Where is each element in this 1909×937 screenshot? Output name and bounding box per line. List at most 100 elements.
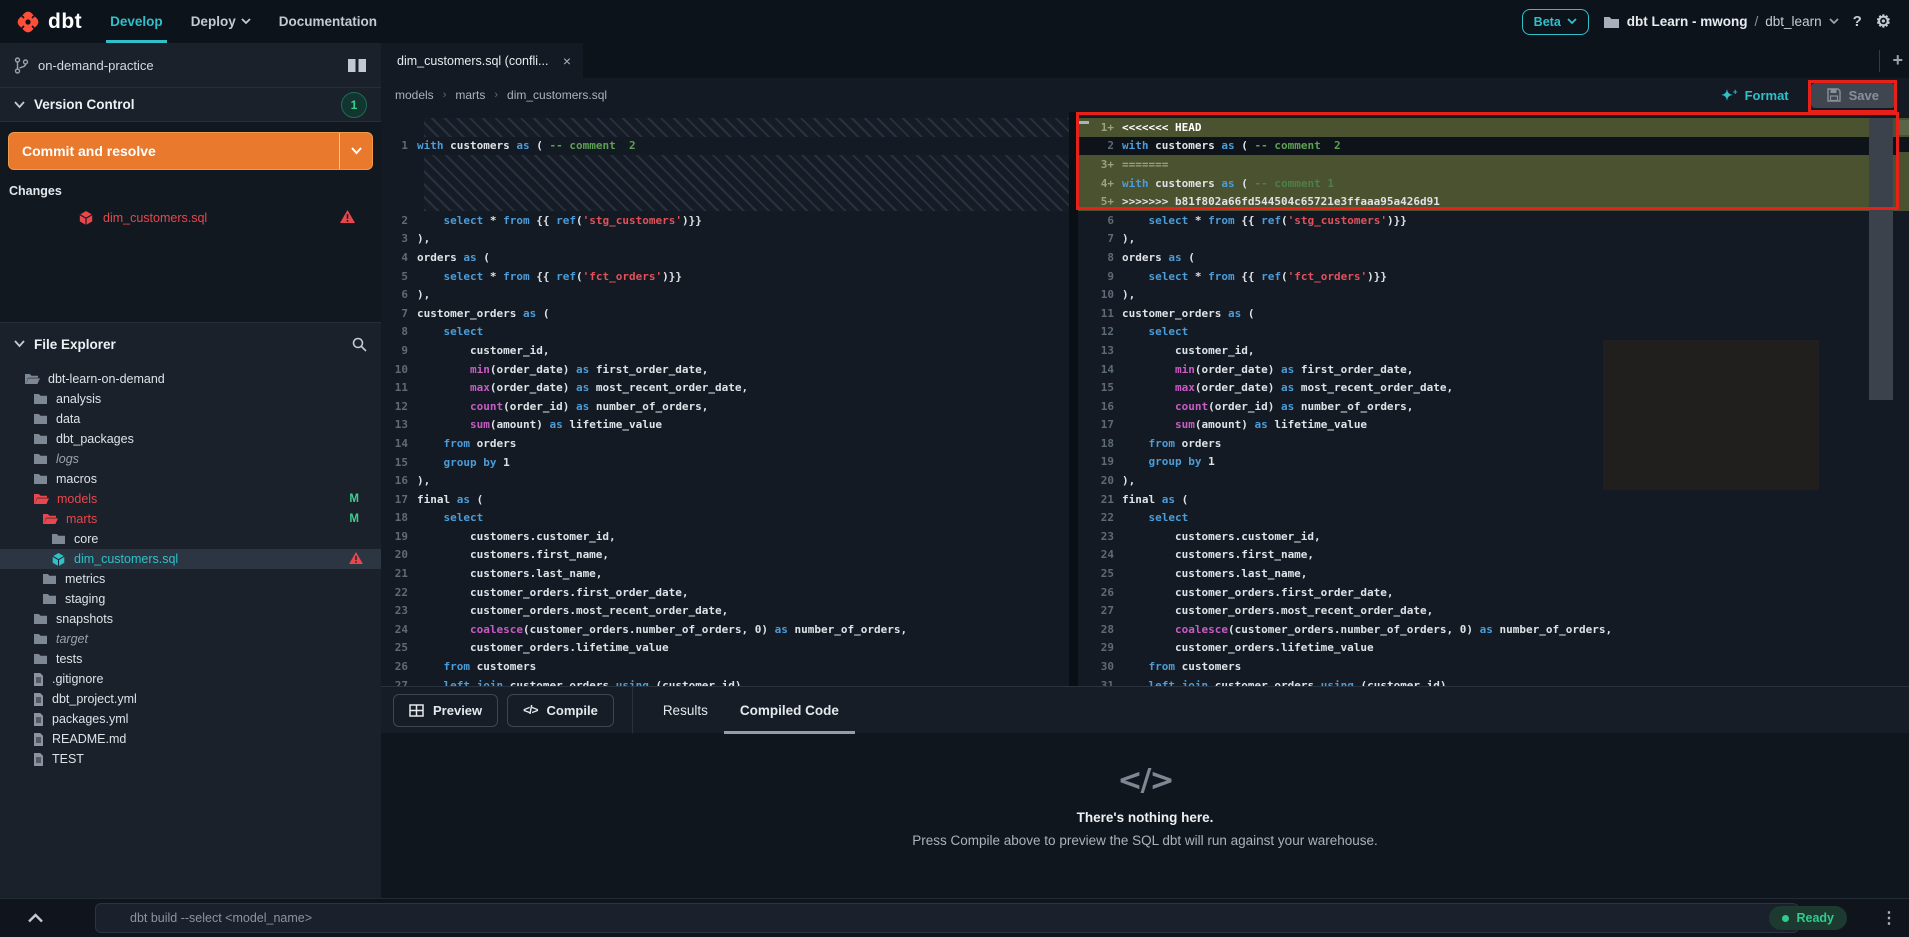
editor-tab[interactable]: dim_customers.sql (confli... × — [381, 43, 583, 78]
tree-item-macros[interactable]: macros — [0, 469, 381, 489]
code-line[interactable]: 7), — [1078, 230, 1909, 249]
nav-deploy[interactable]: Deploy — [177, 0, 265, 43]
code-line[interactable]: 21final as ( — [1078, 490, 1909, 509]
code-line[interactable]: 24 coalesce(customer_orders.number_of_or… — [381, 620, 1069, 639]
docs-book-icon[interactable] — [347, 58, 367, 73]
code-line[interactable]: 13 sum(amount) as lifetime_value — [381, 416, 1069, 435]
expand-panel-chevron-icon[interactable] — [28, 913, 43, 923]
changed-file-item[interactable]: dim_customers.sql — [8, 210, 373, 226]
code-line[interactable]: 26 customer_orders.first_order_date, — [1078, 583, 1909, 602]
code-line[interactable]: 9 select * from {{ ref('fct_orders')}} — [1078, 267, 1909, 286]
search-icon[interactable] — [352, 337, 367, 352]
code-line[interactable]: 26 from customers — [381, 657, 1069, 676]
code-line[interactable]: 29 customer_orders.lifetime_value — [1078, 639, 1909, 658]
code-line[interactable]: 8orders as ( — [1078, 248, 1909, 267]
tree-item-core[interactable]: core — [0, 529, 381, 549]
beta-dropdown[interactable]: Beta — [1522, 9, 1589, 35]
code-line[interactable]: 12 select — [1078, 323, 1909, 342]
code-line[interactable]: 24 customers.first_name, — [1078, 546, 1909, 565]
breadcrumb-file[interactable]: dim_customers.sql — [507, 88, 607, 102]
tree-item-models[interactable]: modelsM — [0, 489, 381, 509]
tree-item-tests[interactable]: tests — [0, 649, 381, 669]
compile-button[interactable]: </> Compile — [507, 694, 614, 727]
tree-item-dbt_project.yml[interactable]: dbt_project.yml — [0, 689, 381, 709]
kebab-menu-icon[interactable]: ⋮ — [1881, 908, 1897, 928]
commit-options-caret[interactable] — [339, 133, 372, 169]
command-input[interactable]: dbt build --select <model_name> — [95, 903, 1799, 933]
tree-item-metrics[interactable]: metrics — [0, 569, 381, 589]
fold-marker[interactable] — [1078, 121, 1089, 124]
format-button[interactable]: ✦+ Format — [1721, 87, 1788, 104]
diff-pane-left[interactable]: 1with customers as ( -- comment 2 2 selec… — [381, 112, 1069, 686]
tree-item-dbt-learn-on-demand[interactable]: dbt-learn-on-demand — [0, 369, 381, 389]
tree-item-staging[interactable]: staging — [0, 589, 381, 609]
code-line[interactable]: 22 customer_orders.first_order_date, — [381, 583, 1069, 602]
code-line[interactable]: 4+with customers as ( -- comment 1 — [1078, 174, 1909, 193]
code-line[interactable]: 25 customer_orders.lifetime_value — [381, 639, 1069, 658]
help-icon[interactable]: ? — [1853, 13, 1862, 30]
version-control-header[interactable]: Version Control 1 — [0, 88, 381, 121]
tree-item-data[interactable]: data — [0, 409, 381, 429]
code-line[interactable]: 11 max(order_date) as most_recent_order_… — [381, 378, 1069, 397]
code-line[interactable]: 17final as ( — [381, 490, 1069, 509]
code-line[interactable]: 19 customers.customer_id, — [381, 527, 1069, 546]
project-selector[interactable]: dbt Learn - mwong / dbt_learn — [1603, 14, 1839, 29]
git-branch-row[interactable]: on-demand-practice — [0, 43, 381, 88]
code-line[interactable]: 23 customers.customer_id, — [1078, 527, 1909, 546]
code-line[interactable]: 21 customers.last_name, — [381, 564, 1069, 583]
code-line[interactable]: 25 customers.last_name, — [1078, 564, 1909, 583]
code-line[interactable]: 20 customers.first_name, — [381, 546, 1069, 565]
code-line[interactable]: 9 customer_id, — [381, 341, 1069, 360]
code-line[interactable]: 8 select — [381, 323, 1069, 342]
code-line[interactable]: 11customer_orders as ( — [1078, 304, 1909, 323]
code-line[interactable]: 2 select * from {{ ref('stg_customers')}… — [381, 211, 1069, 230]
tree-item-dim_customers.sql[interactable]: dim_customers.sql — [0, 549, 381, 569]
save-button[interactable]: Save — [1811, 83, 1895, 108]
code-line[interactable]: 16), — [381, 471, 1069, 490]
code-line[interactable]: 27 customer_orders.most_recent_order_dat… — [1078, 601, 1909, 620]
settings-gear-icon[interactable]: ⚙ — [1876, 12, 1891, 32]
code-line[interactable]: 22 select — [1078, 508, 1909, 527]
code-line[interactable]: 5+>>>>>>> b81f802a66fd544504c65721e3ffaa… — [1078, 192, 1909, 211]
code-line[interactable]: 3+======= — [1078, 155, 1909, 174]
code-line[interactable]: 4orders as ( — [381, 248, 1069, 267]
code-line[interactable]: 14 from orders — [381, 434, 1069, 453]
code-line[interactable]: 6 select * from {{ ref('stg_customers')}… — [1078, 211, 1909, 230]
code-line[interactable]: 15 group by 1 — [381, 453, 1069, 472]
preview-button[interactable]: Preview — [393, 694, 498, 727]
breadcrumb-marts[interactable]: marts — [455, 88, 485, 102]
breadcrumb-models[interactable]: models — [395, 88, 434, 102]
tab-compiled-code[interactable]: Compiled Code — [740, 687, 839, 734]
close-tab-icon[interactable]: × — [563, 53, 571, 69]
commit-and-resolve-button[interactable]: Commit and resolve — [8, 132, 373, 170]
code-line[interactable]: 1with customers as ( -- comment 2 — [381, 137, 1069, 156]
ready-status-badge[interactable]: Ready — [1769, 906, 1847, 930]
tree-item-TEST[interactable]: TEST — [0, 749, 381, 769]
split-sash[interactable] — [1069, 112, 1078, 686]
tree-item-dbt_packages[interactable]: dbt_packages — [0, 429, 381, 449]
code-line[interactable]: 18 select — [381, 508, 1069, 527]
code-line[interactable]: 3), — [381, 230, 1069, 249]
tree-item-marts[interactable]: martsM — [0, 509, 381, 529]
tree-item-analysis[interactable]: analysis — [0, 389, 381, 409]
tree-item-snapshots[interactable]: snapshots — [0, 609, 381, 629]
tree-item-target[interactable]: target — [0, 629, 381, 649]
code-line[interactable]: 10), — [1078, 285, 1909, 304]
code-line[interactable]: 6), — [381, 285, 1069, 304]
code-line[interactable]: 12 count(order_id) as number_of_orders, — [381, 397, 1069, 416]
new-tab-icon[interactable]: + — [1892, 50, 1903, 71]
file-explorer-header[interactable]: File Explorer — [0, 323, 381, 365]
code-line[interactable]: 7customer_orders as ( — [381, 304, 1069, 323]
code-line[interactable]: 23 customer_orders.most_recent_order_dat… — [381, 601, 1069, 620]
nav-develop[interactable]: Develop — [96, 0, 177, 43]
code-line[interactable]: 28 coalesce(customer_orders.number_of_or… — [1078, 620, 1909, 639]
code-line[interactable]: 2with customers as ( -- comment 2 — [1078, 137, 1909, 156]
code-line[interactable]: 5 select * from {{ ref('fct_orders')}} — [381, 267, 1069, 286]
tree-item-README.md[interactable]: README.md — [0, 729, 381, 749]
tab-results[interactable]: Results — [663, 687, 708, 734]
nav-documentation[interactable]: Documentation — [265, 0, 391, 43]
code-line[interactable]: 30 from customers — [1078, 657, 1909, 676]
code-line[interactable]: 1+<<<<<<< HEAD — [1078, 118, 1909, 137]
tree-item-.gitignore[interactable]: .gitignore — [0, 669, 381, 689]
tree-item-logs[interactable]: logs — [0, 449, 381, 469]
